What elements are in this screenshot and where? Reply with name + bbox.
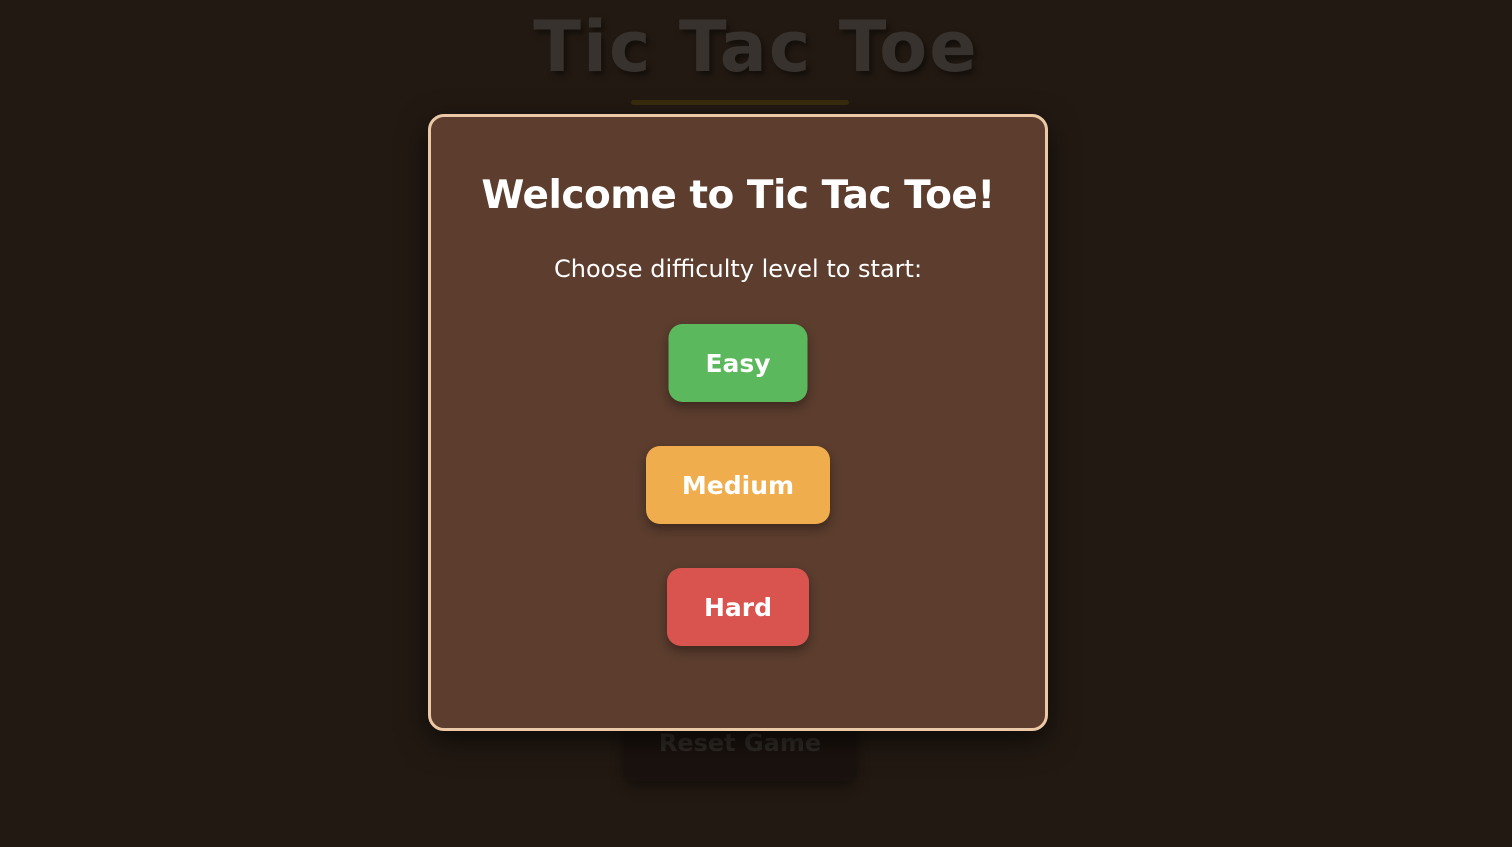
- hard-button[interactable]: Hard: [667, 568, 809, 646]
- modal-title: Welcome to Tic Tac Toe!: [481, 173, 995, 218]
- modal-subtitle: Choose difficulty level to start:: [553, 255, 923, 283]
- medium-button[interactable]: Medium: [646, 446, 830, 524]
- easy-button[interactable]: Easy: [668, 324, 808, 402]
- difficulty-modal: Welcome to Tic Tac Toe! Choose difficult…: [428, 114, 1048, 731]
- game-page: Tic Tac Toe Reset Game Welcome to Tic Ta…: [0, 0, 1512, 847]
